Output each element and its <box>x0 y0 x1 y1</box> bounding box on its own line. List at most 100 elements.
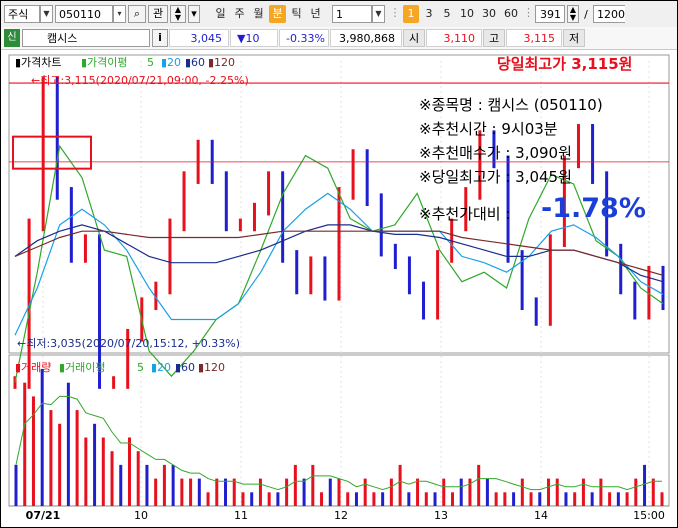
period-tab[interactable]: 분 <box>269 5 286 23</box>
info-button[interactable]: i <box>152 29 168 47</box>
rec-buy-annotation: ※추천매수가 : 3,090원 <box>419 144 572 162</box>
volume-bar <box>337 478 341 506</box>
stock-name[interactable]: 캠시스 <box>22 29 150 47</box>
quote-bar: 신 캠시스 i 3,045 ▼10 -0.33% 3,980,868 시 3,1… <box>1 27 677 50</box>
volume-bar <box>398 464 402 506</box>
market-dropdown-icon[interactable]: ▼ <box>40 5 53 23</box>
volume-bar <box>328 478 332 506</box>
minute-button[interactable]: 3 <box>421 5 437 23</box>
top-toolbar: 주식 ▼ 050110 ▾ ⌕ 관 ▲ ▼ ▾ 일주월분틱년 1 ▼ ⋮ 1351… <box>1 1 677 28</box>
volume-bar <box>459 478 463 506</box>
volume-bar <box>494 492 498 506</box>
price-volume-chart[interactable]: 07/21 10 11 12 13 14 15:00▮가격차트 ▮가격이평 5 ▮20 ▮60 ▮12… <box>1 51 677 527</box>
code-dropdown-icon[interactable]: ▾ <box>113 5 126 23</box>
volume-bar <box>477 464 481 506</box>
x-tick-label: 12 <box>334 509 348 522</box>
volume-bar <box>538 492 542 506</box>
price-bar <box>591 124 595 184</box>
day-high-annotation: 당일최고가 3,115원 <box>497 55 633 73</box>
volume-bar <box>101 437 105 506</box>
volume-bar <box>84 437 88 506</box>
volume-bar <box>127 437 131 506</box>
interval-select[interactable]: 1 <box>332 5 372 23</box>
volume-bar <box>407 492 411 506</box>
chart-window: 주식 ▼ 050110 ▾ ⌕ 관 ▲ ▼ ▾ 일주월분틱년 1 ▼ ⋮ 1351… <box>0 0 678 528</box>
price-bar <box>168 218 172 295</box>
price-legend-ma: ▮가격이평 <box>81 56 128 69</box>
volume-bar <box>154 478 158 506</box>
volume-bar <box>625 492 629 506</box>
period-tab[interactable]: 틱 <box>288 5 305 23</box>
volume-bar <box>512 492 516 506</box>
minute-button[interactable]: 30 <box>479 5 499 23</box>
price-bar <box>548 234 552 326</box>
price-bar <box>112 376 116 389</box>
volume-legend-20: ▮20 <box>151 361 171 374</box>
gwan-button[interactable]: 관 <box>148 5 168 23</box>
volume-bar <box>162 464 166 506</box>
open-label: 시 <box>403 29 425 47</box>
price-bar <box>83 234 87 263</box>
x-tick-label: 13 <box>434 509 448 522</box>
volume-bar <box>547 478 551 506</box>
price-bar <box>407 256 411 295</box>
volume-bar <box>442 478 446 506</box>
price-bar <box>295 250 299 295</box>
price-bar <box>436 250 440 320</box>
period-tab[interactable]: 월 <box>250 5 267 23</box>
period-tab[interactable]: 년 <box>307 5 324 23</box>
ratio-value-annotation: -1.78% <box>541 193 646 224</box>
volume-bar <box>180 478 184 506</box>
interval-dropdown-icon[interactable]: ▼ <box>372 5 385 23</box>
x-tick-label: 10 <box>134 509 148 522</box>
price-legend-title: ▮가격차트 <box>15 56 62 69</box>
volume-bar <box>660 492 664 506</box>
volume-bar <box>136 451 140 506</box>
volume-bar <box>206 492 210 506</box>
minute-button[interactable]: 10 <box>457 5 477 23</box>
minute-button[interactable]: 60 <box>501 5 521 23</box>
minute-button[interactable]: 1 <box>403 5 419 23</box>
price-bar <box>309 256 313 295</box>
gear-icon[interactable]: ⋮ <box>389 5 401 23</box>
minute-button[interactable]: 5 <box>439 5 455 23</box>
price-bar <box>224 171 228 232</box>
period-tab[interactable]: 일 <box>212 5 229 23</box>
rec-time-annotation: ※추천시간 : 9시03분 <box>419 120 558 138</box>
price-legend-20: ▮20 <box>161 56 181 69</box>
volume-bar <box>433 492 437 506</box>
count-spin-icon[interactable]: ▲ ▼ <box>567 5 579 23</box>
price-bar <box>351 149 355 200</box>
volume-bar <box>224 478 228 506</box>
search-icon[interactable]: ⌕ <box>128 5 146 23</box>
volume-bar <box>599 478 603 506</box>
total-count-input[interactable]: 1200 <box>593 5 625 23</box>
volume-bar <box>110 451 114 506</box>
price-legend-60: ▮60 <box>185 56 205 69</box>
volume-bar <box>14 464 18 506</box>
price-bar <box>252 202 256 232</box>
volume-bar <box>485 478 489 506</box>
price-bar <box>393 243 397 270</box>
ratio-label-annotation: ※추천가대비 : <box>419 205 511 223</box>
price-bar <box>422 281 426 320</box>
volume-bar <box>450 492 454 506</box>
volume-bar <box>651 478 655 506</box>
volume-bar <box>258 478 262 506</box>
chevron-down-icon[interactable]: ▾ <box>188 5 200 23</box>
volume-bar <box>23 382 27 506</box>
count-input[interactable]: 391 <box>535 5 565 23</box>
volume-legend-ma: ▮거래이평 <box>59 361 106 374</box>
market-select[interactable]: 주식 <box>4 5 40 23</box>
separator-icon: ⋮ <box>523 6 534 19</box>
x-tick-label: 14 <box>534 509 548 522</box>
stock-code-input[interactable]: 050110 <box>55 5 113 23</box>
change-percent: -0.33% <box>279 29 329 47</box>
volume-bar <box>293 464 297 506</box>
volume-bar <box>634 478 638 506</box>
volume-bar <box>581 478 585 506</box>
price-bar <box>281 171 285 263</box>
low-label: 저 <box>563 29 585 47</box>
period-tab[interactable]: 주 <box>231 5 248 23</box>
spin-icon[interactable]: ▲ ▼ <box>170 5 186 23</box>
